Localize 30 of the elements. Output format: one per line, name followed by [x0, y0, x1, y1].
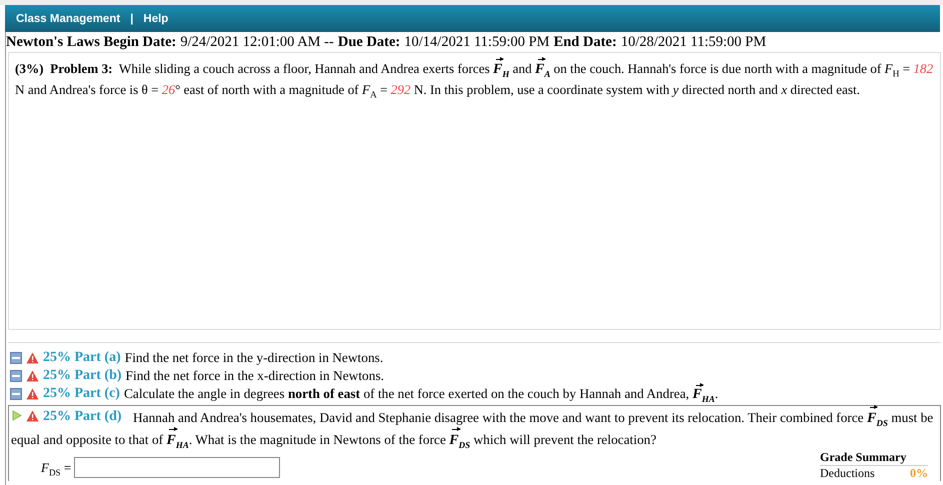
part-link[interactable]: 25% Part (c)	[43, 385, 120, 403]
grade-row-value: 0%	[910, 466, 928, 481]
warning-icon	[26, 410, 39, 422]
collapse-icon[interactable]	[10, 388, 22, 400]
date-label: Newton's Laws Begin Date:	[6, 34, 176, 51]
grade-row-label: Deductions	[820, 466, 875, 481]
part-question: Find the net force in the x-direction in Newtons.	[126, 367, 384, 385]
answer-field[interactable]	[74, 457, 280, 478]
expand-triangle-icon[interactable]	[11, 410, 22, 421]
date-value: 10/14/2021 11:59:00 PM	[404, 34, 550, 51]
answer-label: F$_{DS}$ =	[41, 460, 72, 476]
menu-item[interactable]: Class Management	[16, 12, 120, 24]
part-question: Find the net force in the y-direction in Newtons.	[124, 349, 384, 367]
menu-separator: |	[130, 12, 134, 24]
part-link[interactable]: 25% Part (b)	[43, 367, 122, 385]
warning-icon	[26, 370, 39, 382]
grade-summary-title: Grade Summary	[820, 450, 928, 466]
part-question: Calculate the angle in degrees north of east of the net force exerted on the couch by Hannah and Andrea, F$_{HA}$.	[124, 385, 718, 404]
warning-icon	[26, 388, 39, 400]
date-value: 10/28/2021 11:59:00 PM	[620, 34, 766, 51]
date-label: Due Date:	[338, 34, 400, 51]
part-link[interactable]: 25% Part (a)	[43, 349, 121, 367]
problem-statement: (3%) Problem 3: While sliding a couch across a floor, Hannah and Andrea exerts forces F$_{H}$ and F$_{A}$ on the couch. Hannah's force is due north with a magnitude of F$_{H}$ = 182 N and Andrea's force is θ = 26° east of north with a magnitude of F$_{A}$ = 292 N. In this problem, use a coordinate system with y directed north and x directed east.	[15, 59, 934, 100]
date-value: 9/24/2021 12:01:00 AM --	[180, 34, 334, 51]
menu-item[interactable]: Help	[143, 12, 168, 24]
date-label: End Date:	[554, 34, 617, 51]
warning-icon	[26, 352, 39, 364]
part-link[interactable]: 25% Part (d)	[43, 407, 122, 427]
collapse-icon[interactable]	[10, 352, 22, 364]
collapse-icon[interactable]	[10, 370, 22, 382]
